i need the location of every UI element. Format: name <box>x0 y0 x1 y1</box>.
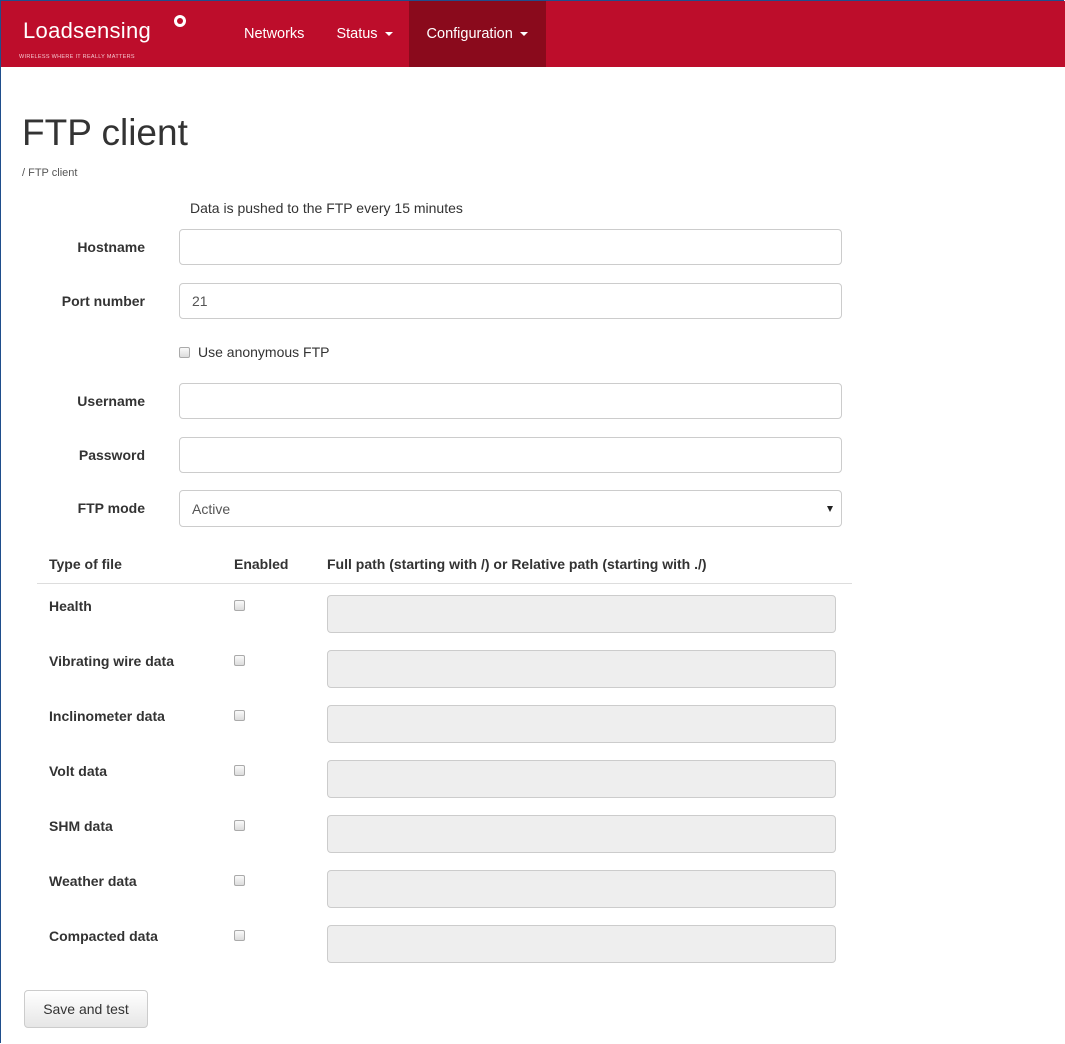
enabled-checkbox-vibrating-wire[interactable] <box>234 655 245 666</box>
ftp-mode-label: FTP mode <box>77 500 145 516</box>
username-input[interactable] <box>179 383 842 419</box>
enabled-checkbox-inclinometer[interactable] <box>234 710 245 721</box>
anonymous-ftp-option[interactable]: Use anonymous FTP <box>179 344 330 360</box>
row-label-weather: Weather data <box>49 873 137 889</box>
anonymous-ftp-label: Use anonymous FTP <box>198 344 330 360</box>
port-number-label: Port number <box>61 293 145 309</box>
password-label: Password <box>78 447 145 463</box>
ftp-mode-value: Active <box>192 500 231 517</box>
nav-configuration[interactable]: Configuration <box>408 1 546 67</box>
path-input-volt[interactable] <box>327 760 836 798</box>
caret-down-icon <box>519 32 528 36</box>
top-navbar: Loadsensing WIRELESS WHERE IT REALLY MAT… <box>1 1 1065 67</box>
port-number-input[interactable] <box>179 283 842 319</box>
path-input-weather[interactable] <box>327 870 836 908</box>
table-header-divider <box>37 583 852 584</box>
path-input-inclinometer[interactable] <box>327 705 836 743</box>
enabled-checkbox-volt[interactable] <box>234 765 245 776</box>
brand-tagline: WIRELESS WHERE IT REALLY MATTERS <box>19 54 135 60</box>
hostname-label: Hostname <box>77 239 145 255</box>
password-input[interactable] <box>179 437 842 473</box>
row-label-compacted: Compacted data <box>49 928 158 944</box>
breadcrumb: / FTP client <box>22 167 78 179</box>
column-header-enabled: Enabled <box>234 556 289 572</box>
row-label-inclinometer: Inclinometer data <box>49 708 165 724</box>
row-label-vibrating-wire: Vibrating wire data <box>49 653 174 669</box>
save-and-test-button[interactable]: Save and test <box>24 990 148 1028</box>
column-header-type: Type of file <box>49 556 122 572</box>
path-input-shm[interactable] <box>327 815 836 853</box>
ftp-mode-select[interactable]: Active <box>179 490 842 527</box>
enabled-checkbox-health[interactable] <box>234 600 245 611</box>
enabled-checkbox-compacted[interactable] <box>234 930 245 941</box>
brand-name: Loadsensing <box>23 18 152 43</box>
column-header-path: Full path (starting with /) or Relative … <box>327 556 707 572</box>
nav-status-label: Status <box>336 26 378 42</box>
hostname-input[interactable] <box>179 229 842 265</box>
page-title: FTP client <box>22 112 188 153</box>
caret-down-icon <box>384 32 393 36</box>
path-input-compacted[interactable] <box>327 925 836 963</box>
path-input-health[interactable] <box>327 595 836 633</box>
brand-logo[interactable]: Loadsensing WIRELESS WHERE IT REALLY MAT… <box>1 1 228 67</box>
nav-status[interactable]: Status <box>320 1 408 67</box>
path-input-vibrating-wire[interactable] <box>327 650 836 688</box>
nav-networks[interactable]: Networks <box>228 1 320 67</box>
row-label-shm: SHM data <box>49 818 113 834</box>
nav-configuration-label: Configuration <box>426 26 513 42</box>
brand-badge-icon <box>174 15 186 27</box>
row-label-health: Health <box>49 598 92 614</box>
dropdown-arrow-icon <box>827 505 833 512</box>
nav-networks-label: Networks <box>244 26 305 42</box>
anonymous-ftp-checkbox[interactable] <box>179 346 190 358</box>
enabled-checkbox-weather[interactable] <box>234 875 245 886</box>
enabled-checkbox-shm[interactable] <box>234 820 245 831</box>
username-label: Username <box>77 393 145 409</box>
row-label-volt: Volt data <box>49 763 108 779</box>
push-interval-notice: Data is pushed to the FTP every 15 minut… <box>190 200 463 216</box>
